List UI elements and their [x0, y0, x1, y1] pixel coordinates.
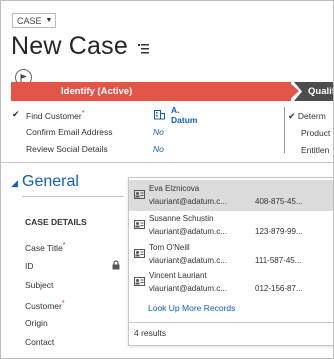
case-form: CASE ▼ New Case Identify (Active) Qualif…	[0, 0, 334, 359]
entity-selector[interactable]: CASE ▼	[12, 13, 57, 28]
lookup-result[interactable]: Tom O'Neill vlauriant@adatum.c... 111-58…	[129, 239, 333, 270]
case-details-heading: CASE DETAILS	[25, 217, 87, 227]
field-contact[interactable]: Contact	[25, 337, 54, 347]
lookup-result[interactable]: Vincent Lauriant vlauriant@adatum.c... 0…	[129, 267, 333, 298]
stage-qualify[interactable]: Qualify	[294, 82, 333, 101]
process-step-product: Product	[301, 128, 331, 138]
result-email: vlauriant@adatum.c...	[149, 197, 227, 206]
required-marker: *	[61, 299, 65, 307]
required-marker: *	[62, 241, 66, 249]
lookup-result[interactable]: Eva Elznicova vlauriant@adatum.c... 408-…	[129, 180, 333, 211]
result-name: Tom O'Neill	[149, 243, 190, 252]
field-id[interactable]: ID	[25, 261, 34, 271]
step-label: Confirm Email Address	[26, 126, 113, 137]
caret-down-icon: ▼	[45, 17, 53, 24]
lock-icon	[112, 260, 120, 270]
divider	[1, 162, 333, 163]
result-phone: 012-156-87...	[255, 284, 303, 293]
divider	[129, 322, 333, 323]
check-icon: ✔	[12, 109, 20, 119]
entity-selector-label: CASE	[17, 15, 42, 26]
result-email: vlauriant@adatum.c...	[149, 227, 227, 236]
page-title: New Case	[11, 32, 128, 60]
required-marker: *	[81, 108, 85, 117]
confirm-email-value[interactable]: No	[153, 127, 164, 137]
lookup-result[interactable]: Susanne Schustin vlauriant@adatum.c... 1…	[129, 210, 333, 241]
lookup-results-flyout: Eva Elznicova vlauriant@adatum.c... 408-…	[128, 177, 333, 346]
field-customer[interactable]: Customer*	[25, 299, 65, 311]
process-step-determine: ✔ Determ	[288, 111, 326, 121]
customer-lookup-value[interactable]: A. Datum	[171, 105, 197, 125]
results-count: 4 results	[134, 328, 167, 338]
step-label: Determ	[297, 111, 326, 121]
field-case-title[interactable]: Case Title*	[25, 241, 66, 253]
result-name: Susanne Schustin	[149, 214, 214, 223]
stage-identify[interactable]: Identify (Active)	[11, 82, 291, 101]
result-email: vlauriant@adatum.c...	[149, 256, 227, 265]
process-step-entitlement: Entitlen	[301, 145, 330, 155]
step-label: Review Social Details	[26, 143, 108, 154]
collapse-icon[interactable]: ◢	[11, 178, 18, 189]
field-label: Case Title	[25, 242, 63, 253]
result-phone: 123-879-99...	[255, 227, 303, 236]
step-label: Find Customer	[26, 110, 82, 121]
contact-card-icon	[134, 190, 145, 199]
list-menu-icon[interactable]	[138, 42, 150, 54]
field-origin[interactable]: Origin	[25, 318, 48, 328]
result-name: Vincent Lauriant	[149, 271, 207, 280]
contact-card-icon	[134, 249, 145, 258]
process-column-divider	[284, 107, 285, 153]
look-up-more-records-link[interactable]: Look Up More Records	[148, 303, 235, 313]
field-subject[interactable]: Subject	[25, 280, 53, 290]
result-name: Eva Elznicova	[149, 184, 200, 193]
field-label: Customer	[25, 300, 62, 311]
result-phone: 111-587-45...	[255, 256, 302, 265]
section-underline	[22, 196, 124, 197]
contact-card-icon	[134, 277, 145, 286]
review-social-value[interactable]: No	[153, 144, 164, 154]
result-phone: 408-875-45...	[255, 197, 303, 206]
result-email: vlauriant@adatum.c...	[149, 284, 227, 293]
process-bar: Identify (Active) Qualify	[11, 82, 333, 101]
section-title-general[interactable]: General	[22, 173, 79, 191]
lookup-account-icon	[154, 110, 165, 120]
contact-card-icon	[134, 220, 145, 229]
